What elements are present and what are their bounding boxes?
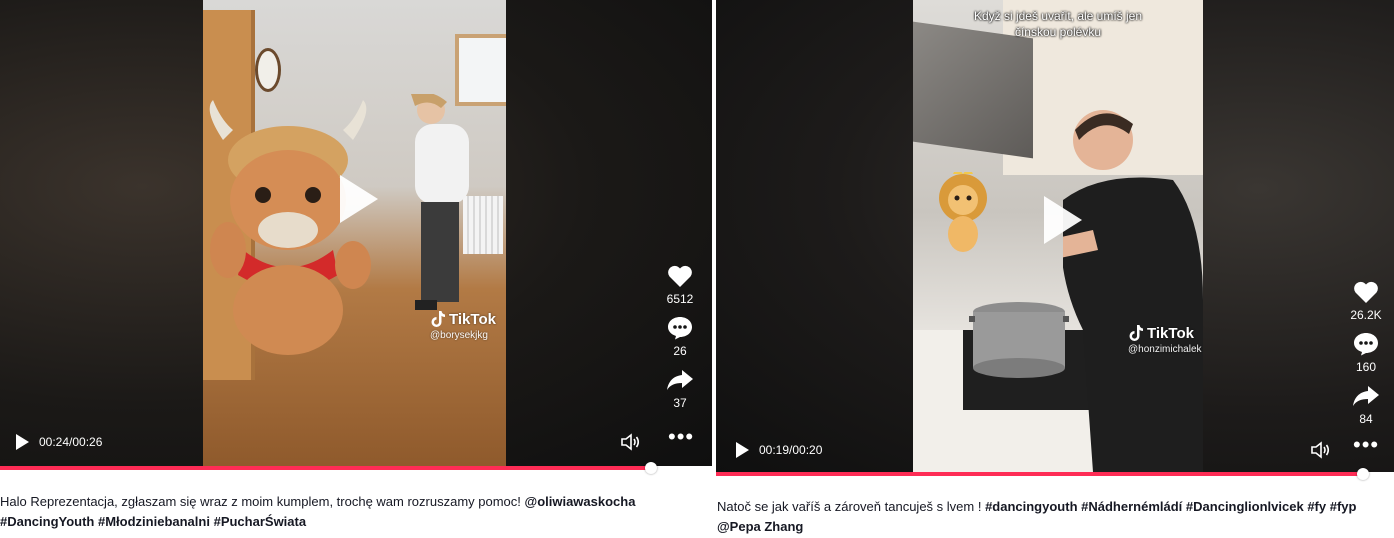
watermark-brand: TikTok xyxy=(449,310,496,328)
share-icon xyxy=(1353,386,1379,406)
more-icon[interactable]: ••• xyxy=(1353,434,1379,456)
player-controls: 00:24/00:26 ••• xyxy=(0,426,712,454)
player-controls: 00:19/00:20 ••• xyxy=(716,434,1394,462)
comment-button[interactable]: 160 xyxy=(1353,332,1379,374)
progress-bar[interactable] xyxy=(716,468,1394,480)
share-icon xyxy=(667,370,693,390)
progress-knob[interactable] xyxy=(645,462,658,474)
hashtag-link[interactable]: #PucharŚwiata xyxy=(214,514,307,529)
tiktok-logo-icon xyxy=(1129,325,1143,341)
overlay-caption: Když si jdeš uvařit, ale umíš jen čínsko… xyxy=(973,9,1143,39)
more-icon[interactable]: ••• xyxy=(668,426,694,448)
heart-icon xyxy=(668,265,692,287)
tiktok-logo-icon xyxy=(431,311,445,327)
share-button[interactable]: 37 xyxy=(666,368,694,410)
comment-count: 26 xyxy=(673,344,687,358)
wall-clock xyxy=(255,48,281,92)
hashtag-link[interactable]: #DancingYouth xyxy=(0,514,94,529)
volume-icon[interactable] xyxy=(620,433,640,451)
heart-icon xyxy=(1354,281,1378,303)
watermark-handle: @honzimichalek xyxy=(1128,344,1202,355)
video-card-1: TikTok @borysekjkg 6512 26 37 00:24/00:2… xyxy=(0,0,712,538)
like-button[interactable]: 6512 xyxy=(666,264,694,306)
pot-image xyxy=(969,302,1069,378)
hashtag-link[interactable]: @Pepa Zhang xyxy=(717,519,803,534)
hashtag-link[interactable]: @oliwiawaskocha xyxy=(525,494,636,509)
video-description: Natoč se jak vaříš a zároveň tancuješ s … xyxy=(717,497,1392,537)
action-bar: 6512 26 37 xyxy=(660,264,700,420)
comment-count: 160 xyxy=(1355,360,1377,374)
lion-mascot-image xyxy=(939,172,987,252)
description-text: Natoč se jak vaříš a zároveň tancuješ s … xyxy=(717,499,986,514)
share-count: 37 xyxy=(673,396,687,410)
video-player[interactable]: TikTok @borysekjkg 6512 26 37 00:24/00:2… xyxy=(0,0,712,466)
progress-fill xyxy=(716,472,1364,476)
range-hood xyxy=(913,21,1033,159)
person-image xyxy=(411,94,469,310)
bull-mascot-image xyxy=(209,100,371,355)
play-icon[interactable] xyxy=(16,434,29,450)
comment-icon xyxy=(668,317,692,340)
time-display: 00:24/00:26 xyxy=(39,435,103,449)
video-description: Halo Reprezentacja, zgłaszam się wraz z … xyxy=(0,492,705,532)
hashtag-link[interactable]: #Młodziniebanalni xyxy=(98,514,210,529)
hashtag-link[interactable]: #dancingyouth xyxy=(985,499,1077,514)
watermark-handle: @borysekjkg xyxy=(430,330,488,341)
share-button[interactable]: 84 xyxy=(1352,384,1380,426)
play-icon[interactable] xyxy=(340,175,378,223)
tiktok-watermark: TikTok @honzimichalek xyxy=(1128,324,1202,356)
description-text: Halo Reprezentacja, zgłaszam się wraz z … xyxy=(0,494,525,509)
action-bar: 26.2K 160 84 xyxy=(1346,280,1386,436)
play-icon[interactable] xyxy=(736,442,749,458)
progress-knob[interactable] xyxy=(1357,468,1370,480)
hashtag-link[interactable]: #fyp xyxy=(1330,499,1357,514)
comment-icon xyxy=(1354,333,1378,356)
volume-icon[interactable] xyxy=(1310,441,1330,459)
like-count: 6512 xyxy=(666,292,694,306)
hashtag-link[interactable]: #Dancinglionlvicek xyxy=(1186,499,1304,514)
video-player[interactable]: Když si jdeš uvařit, ale umíš jen čínsko… xyxy=(716,0,1394,472)
tiktok-watermark: TikTok @borysekjkg xyxy=(430,310,496,342)
watermark-brand: TikTok xyxy=(1147,324,1194,342)
comment-button[interactable]: 26 xyxy=(667,316,693,358)
share-count: 84 xyxy=(1359,412,1373,426)
person-image xyxy=(1063,110,1203,472)
progress-fill xyxy=(0,466,652,470)
video-frame[interactable] xyxy=(203,0,506,466)
progress-bar[interactable] xyxy=(0,462,712,474)
like-count: 26.2K xyxy=(1350,308,1382,322)
video-card-2: Když si jdeš uvařit, ale umíš jen čínsko… xyxy=(716,0,1394,538)
time-display: 00:19/00:20 xyxy=(759,443,823,457)
play-icon[interactable] xyxy=(1044,196,1082,244)
hashtag-link[interactable]: #Nádhernémládí xyxy=(1081,499,1182,514)
hashtag-link[interactable]: #fy xyxy=(1307,499,1326,514)
like-button[interactable]: 26.2K xyxy=(1350,280,1382,322)
